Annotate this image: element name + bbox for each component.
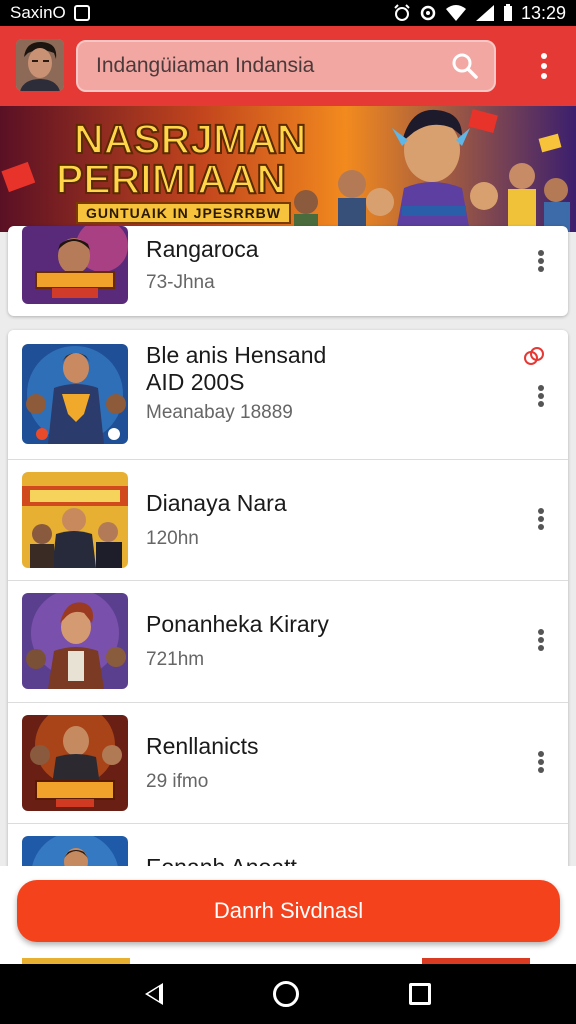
item-subtitle: 120hn <box>146 528 199 549</box>
search-icon[interactable] <box>450 51 480 81</box>
item-title: Dianaya Nara <box>146 490 287 516</box>
promo-banner[interactable]: NASRJMAN PERIMIAAN GUNTUAIK IN JPESRRBW <box>0 106 576 232</box>
list-item[interactable]: Ble anis Hensand AID 200S Meanabay 18889 <box>8 330 568 460</box>
list-item[interactable]: Ponanheka Kirary 721hm <box>8 581 568 703</box>
list-card: Ble anis Hensand AID 200S Meanabay 18889 <box>8 330 568 868</box>
alarm-icon <box>394 4 410 21</box>
screen: SaxinO 13:29 Indangüiaman Indansia NASRJ… <box>0 0 576 1024</box>
clock: 13:29 <box>520 2 566 23</box>
carrier-label: SaxinO <box>10 3 66 22</box>
item-thumbnail <box>22 836 128 868</box>
wifi-icon <box>445 5 466 21</box>
item-thumbnail <box>22 472 128 568</box>
item-more-icon[interactable] <box>538 385 544 407</box>
back-icon[interactable] <box>145 983 163 1005</box>
list-item[interactable]: Eonanh Anoatt <box>8 824 568 868</box>
list-card-first[interactable]: Rangaroca 73-Jhna <box>8 226 568 316</box>
item-more-icon[interactable] <box>538 629 544 651</box>
item-title: Renllanicts <box>146 733 259 759</box>
status-bar: SaxinO 13:29 <box>0 0 576 26</box>
item-thumbnail <box>22 226 128 304</box>
banner-title-line2: PERIMIAAN <box>55 155 287 203</box>
search-bar[interactable]: Indangüiaman Indansia <box>76 40 496 92</box>
battery-icon <box>503 4 512 21</box>
item-more-icon[interactable] <box>538 508 544 530</box>
system-nav-bar <box>0 964 576 1024</box>
search-input[interactable]: Indangüiaman Indansia <box>96 54 450 78</box>
overflow-menu-icon[interactable] <box>540 53 548 79</box>
item-thumbnail <box>22 715 128 811</box>
item-thumbnail <box>22 593 128 689</box>
item-more-icon[interactable] <box>538 751 544 773</box>
item-title: Ble anis Hensand AID 200S <box>146 342 327 395</box>
item-thumbnail <box>22 344 128 444</box>
list-item[interactable]: Renllanicts 29 ifmo <box>8 703 568 824</box>
app-bar: Indangüiaman Indansia <box>0 26 576 106</box>
sync-icon <box>420 5 436 21</box>
item-subtitle: 73-Jhna <box>146 272 215 293</box>
item-title: Rangaroca <box>146 236 259 262</box>
item-subtitle: Meanabay 18889 <box>146 402 293 423</box>
link-icon[interactable] <box>522 344 546 374</box>
item-subtitle: 721hm <box>146 649 205 670</box>
recents-icon[interactable] <box>409 983 431 1005</box>
avatar[interactable] <box>16 39 64 91</box>
signal-icon <box>475 5 494 21</box>
list-item[interactable]: Dianaya Nara 120hn <box>8 460 568 581</box>
primary-action-button[interactable]: Danrh Sivdnasl <box>17 880 560 942</box>
home-icon[interactable] <box>273 981 299 1007</box>
banner-subtitle: GUNTUAIK IN JPESRRBW <box>76 202 292 224</box>
item-title: Ponanheka Kirary <box>146 611 329 637</box>
notification-box-icon <box>73 5 90 21</box>
item-subtitle: 29 ifmo <box>146 771 209 792</box>
item-more-icon[interactable] <box>538 250 544 272</box>
